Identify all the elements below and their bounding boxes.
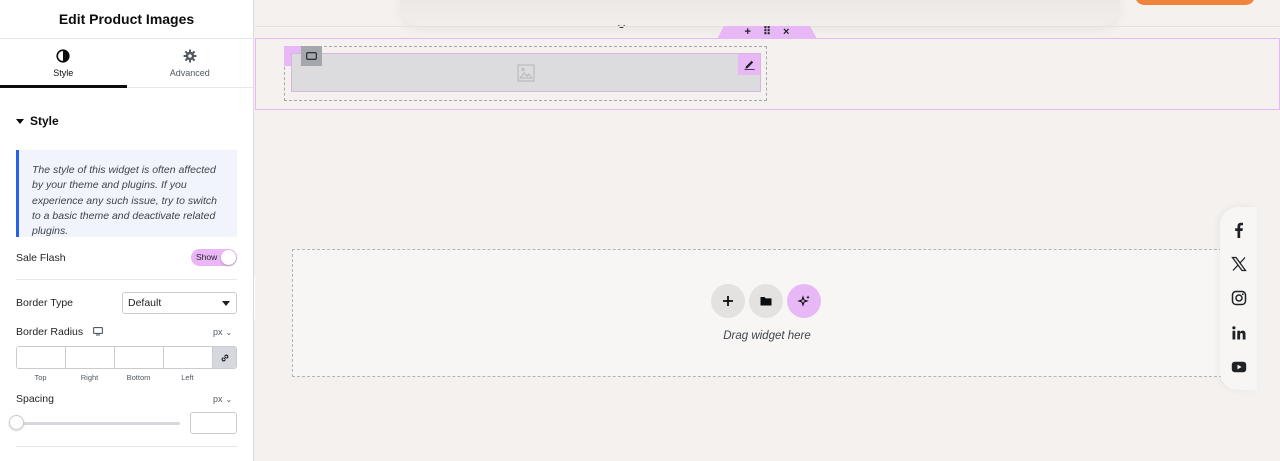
youtube-icon[interactable] xyxy=(1231,359,1247,375)
drop-zone-actions xyxy=(711,284,821,318)
spacing-input[interactable] xyxy=(190,412,237,434)
sale-flash-toggle-text: Show xyxy=(196,252,218,262)
editor-panel: Edit Product Images Style Advanced Style… xyxy=(0,0,254,461)
spacing-slider-handle[interactable] xyxy=(9,415,24,430)
add-template-button[interactable] xyxy=(749,284,783,318)
half-circle-icon xyxy=(56,48,70,63)
border-radius-left-input[interactable] xyxy=(164,347,213,368)
drop-zone-text: Drag widget here xyxy=(723,330,811,342)
add-element-button[interactable] xyxy=(711,284,745,318)
tab-style[interactable]: Style xyxy=(0,39,127,88)
instagram-icon[interactable] xyxy=(1231,290,1247,306)
border-radius-fields xyxy=(16,346,237,369)
linkedin-icon[interactable] xyxy=(1231,325,1247,341)
product-images-widget[interactable] xyxy=(291,53,761,92)
image-placeholder-icon xyxy=(517,64,535,81)
style-section-title: Style xyxy=(30,114,59,128)
editor-canvas: + ⠿ × Drag widget here xyxy=(255,0,1280,461)
divider xyxy=(16,279,237,280)
tab-style-label: Style xyxy=(53,67,74,78)
dim-label-left: Left xyxy=(181,373,194,382)
tab-advanced-label: Advanced xyxy=(169,67,210,78)
border-type-label: Border Type xyxy=(16,297,74,309)
spacing-unit-value: px xyxy=(213,394,223,404)
sale-flash-toggle[interactable]: Show xyxy=(191,249,237,266)
style-notice: The style of this widget is often affect… xyxy=(16,150,237,237)
border-radius-unit[interactable]: px ⌄ xyxy=(213,327,232,337)
border-type-value: Default xyxy=(128,297,162,309)
tab-advanced[interactable]: Advanced xyxy=(127,39,254,87)
border-radius-bottom-input[interactable] xyxy=(115,347,164,368)
delete-section-icon[interactable]: × xyxy=(783,26,789,39)
pencil-icon xyxy=(744,60,754,70)
border-radius-top-input[interactable] xyxy=(17,347,66,368)
toggle-knob xyxy=(221,250,236,265)
link-icon xyxy=(221,354,228,361)
dim-label-right: Right xyxy=(80,373,99,382)
social-icons-bar xyxy=(1220,207,1257,390)
link-values-button[interactable] xyxy=(213,347,236,368)
folder-icon xyxy=(760,297,772,306)
sale-flash-label: Sale Flash xyxy=(16,252,66,264)
add-section-icon[interactable]: + xyxy=(745,26,751,39)
x-twitter-icon[interactable] xyxy=(1230,256,1247,272)
chevron-down-icon: ⌄ xyxy=(225,394,233,404)
divider xyxy=(16,446,237,447)
header-cta-button[interactable] xyxy=(1135,0,1255,5)
desktop-icon[interactable] xyxy=(93,327,103,336)
border-radius-right-input[interactable] xyxy=(66,347,115,368)
section-handle: + ⠿ × xyxy=(717,26,817,39)
border-radius-unit-value: px xyxy=(213,327,223,337)
dim-label-top: Top xyxy=(34,373,47,382)
plus-icon xyxy=(723,296,733,306)
facebook-icon[interactable] xyxy=(1231,222,1247,239)
border-radius-label: Border Radius xyxy=(16,326,84,338)
spacing-unit[interactable]: px ⌄ xyxy=(213,394,232,404)
style-section-toggle[interactable]: Style xyxy=(16,114,59,128)
select-arrow-icon xyxy=(222,301,230,306)
sparkle-icon xyxy=(797,295,810,307)
ai-generate-button[interactable] xyxy=(787,284,821,318)
drag-section-icon[interactable]: ⠿ xyxy=(763,26,771,39)
panel-title: Edit Product Images xyxy=(0,0,253,39)
header-text-fragment xyxy=(618,22,625,28)
chevron-down-icon: ⌄ xyxy=(225,327,233,337)
header-background xyxy=(400,0,1120,26)
spacing-label: Spacing xyxy=(16,393,54,405)
caret-down-icon xyxy=(16,118,24,124)
panel-tabs: Style Advanced xyxy=(0,39,253,88)
border-type-select[interactable]: Default xyxy=(122,292,237,314)
gear-icon xyxy=(183,49,197,62)
widget-handle[interactable] xyxy=(301,46,322,66)
edit-widget-button[interactable] xyxy=(738,54,760,75)
dim-label-bottom: Bottom xyxy=(126,373,151,382)
widget-frame-icon xyxy=(306,52,317,60)
spacing-slider-track[interactable] xyxy=(16,422,180,425)
